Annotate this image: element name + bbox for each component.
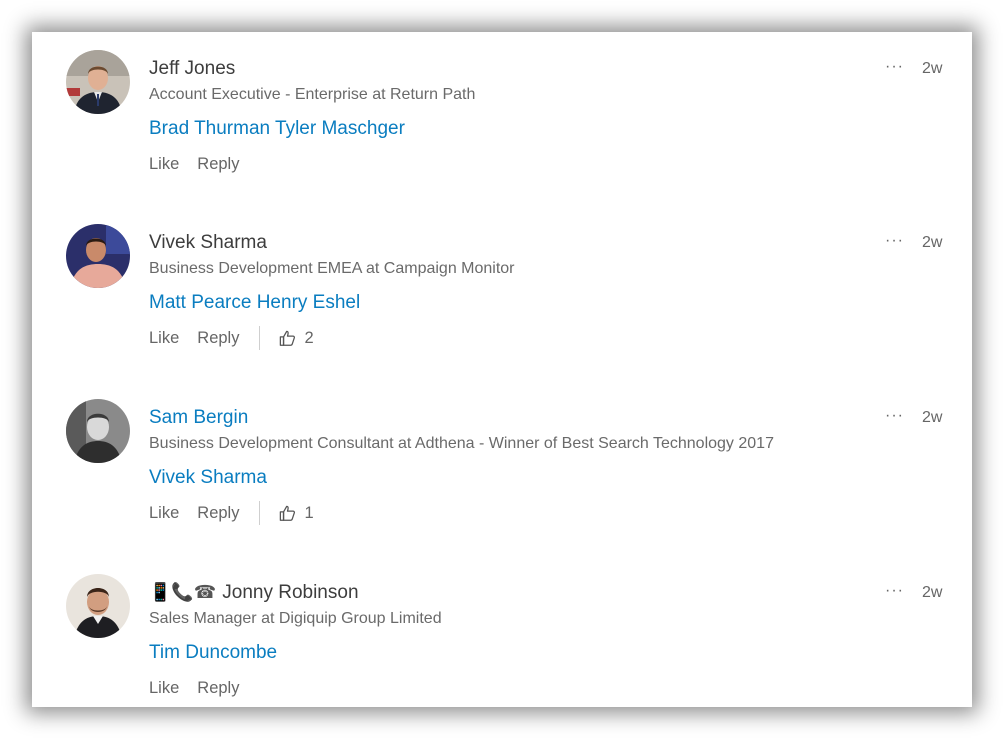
commenter-headline: Business Development Consultant at Adthe… [149,435,774,452]
likes-count-button[interactable]: 2 [278,328,314,348]
phone-emoji-icons: 📱📞☎ [149,582,217,602]
thumbs-up-icon [280,505,296,521]
more-options-button[interactable]: ··· [885,232,904,250]
mentioned-names-link[interactable]: Matt Pearce Henry Eshel [149,292,360,314]
likes-count-button[interactable]: 1 [278,503,314,523]
more-options-button[interactable]: ··· [885,58,904,76]
commenter-headline: Business Development EMEA at Campaign Mo… [149,260,515,277]
mentioned-names-link[interactable]: Vivek Sharma [149,467,267,489]
avatar-photo-icon [66,399,130,463]
commenter-name[interactable]: Vivek Sharma [149,232,267,254]
likes-count: 1 [304,503,314,522]
commenter-name[interactable]: 📱📞☎ Jonny Robinson [149,582,359,604]
comment-actions: Like Reply [149,674,257,702]
reply-button[interactable]: Reply [197,329,239,348]
mentioned-names-link[interactable]: Brad Thurman Tyler Maschger [149,118,405,140]
comment-item: Vivek Sharma Business Development EMEA a… [32,206,972,356]
comment-item: Sam Bergin Business Development Consulta… [32,381,972,531]
comment-item: 📱📞☎ Jonny Robinson Sales Manager at Digiq… [32,556,972,706]
avatar[interactable] [66,574,130,638]
mentioned-names-link[interactable]: Tim Duncombe [149,642,277,664]
timestamp: 2w [922,234,943,251]
more-options-button[interactable]: ··· [885,582,904,600]
reply-button[interactable]: Reply [197,155,239,174]
commenter-name[interactable]: Sam Bergin [149,407,248,429]
commenter-headline: Sales Manager at Digiquip Group Limited [149,610,442,627]
reply-button[interactable]: Reply [197,504,239,523]
timestamp: 2w [922,60,943,77]
reply-button[interactable]: Reply [197,679,239,698]
comment-item: Jeff Jones Account Executive - Enterpris… [32,32,972,182]
comments-panel: Jeff Jones Account Executive - Enterpris… [32,32,972,707]
comment-actions: Like Reply 2 [149,324,314,352]
commenter-headline: Account Executive - Enterprise at Return… [149,86,476,103]
more-options-button[interactable]: ··· [885,407,904,425]
like-button[interactable]: Like [149,504,179,523]
divider [259,501,261,525]
commenter-name[interactable]: Jeff Jones [149,58,235,80]
avatar-photo-icon [66,574,130,638]
likes-count: 2 [304,328,314,347]
timestamp: 2w [922,409,943,426]
like-button[interactable]: Like [149,155,179,174]
divider [259,326,261,350]
like-button[interactable]: Like [149,679,179,698]
avatar-photo-icon [66,50,130,114]
thumbs-up-icon [280,330,296,346]
like-button[interactable]: Like [149,329,179,348]
comment-actions: Like Reply 1 [149,499,314,527]
timestamp: 2w [922,584,943,601]
avatar[interactable] [66,399,130,463]
comment-actions: Like Reply [149,150,257,178]
avatar[interactable] [66,224,130,288]
avatar[interactable] [66,50,130,114]
avatar-photo-icon [66,224,130,288]
